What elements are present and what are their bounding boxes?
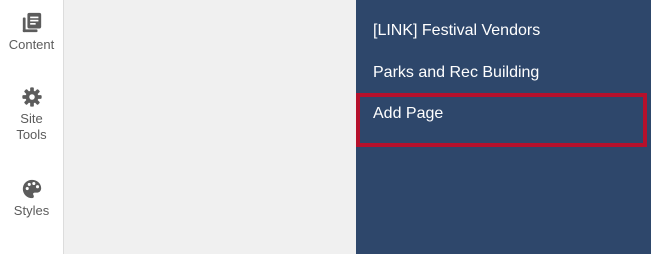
navigation-menu: [LINK] Festival Vendors Parks and Rec Bu… xyxy=(356,0,651,254)
content-pages-icon xyxy=(22,12,41,33)
gear-icon xyxy=(21,87,42,107)
editor-canvas xyxy=(64,0,356,254)
add-page-button[interactable]: Add Page xyxy=(373,104,443,124)
page-editor: Content Site Tools Styles [LINK] Festiva… xyxy=(0,0,651,254)
content-tool-label: Content xyxy=(8,37,55,52)
nav-item-festival-vendors[interactable]: [LINK] Festival Vendors xyxy=(373,21,540,41)
styles-tool-button[interactable]: Styles xyxy=(0,178,63,219)
site-tools-button[interactable]: Site Tools xyxy=(0,86,63,143)
site-tools-label: Site Tools xyxy=(16,111,47,142)
styles-tool-label: Styles xyxy=(13,203,50,218)
nav-item-parks-and-rec-building[interactable]: Parks and Rec Building xyxy=(373,63,539,83)
palette-icon xyxy=(22,179,41,199)
editor-sidebar: Content Site Tools Styles xyxy=(0,0,64,254)
content-tool-button[interactable]: Content xyxy=(0,12,63,53)
